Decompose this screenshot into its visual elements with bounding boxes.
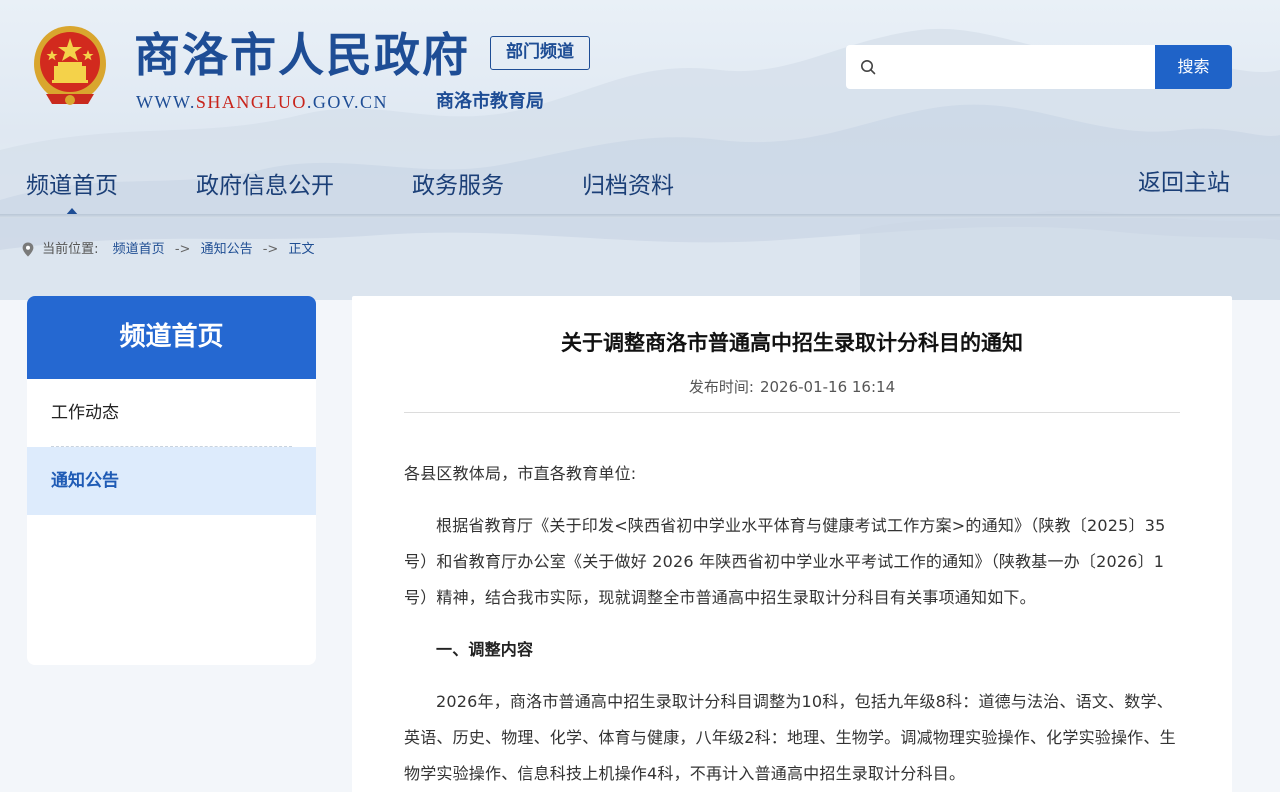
- search-icon: [860, 59, 876, 79]
- article-paragraph: 2026年，商洛市普通高中招生录取计分科目调整为10科，包括九年级8科：道德与法…: [404, 692, 1176, 783]
- section-heading: 一、调整内容: [436, 640, 534, 659]
- site-header: 商洛市人民政府 部门频道 WWW.SHANGLUO.GOV.CN 商洛市教育局 …: [0, 0, 1280, 216]
- title-divider: [404, 412, 1180, 413]
- search-input[interactable]: [886, 45, 1151, 89]
- national-emblem-icon: [28, 22, 112, 110]
- channel-badge: 部门频道: [490, 36, 590, 70]
- sidebar-title: 频道首页: [27, 296, 316, 379]
- breadcrumb-separator: ->: [262, 242, 279, 257]
- site-url: WWW.SHANGLUO.GOV.CN: [136, 90, 388, 114]
- nav-divider: [0, 214, 1280, 218]
- breadcrumb-link-notices[interactable]: 通知公告: [201, 240, 253, 260]
- sidebar-item-work-news[interactable]: 工作动态: [27, 379, 316, 447]
- article-title: 关于调整商洛市普通高中招生录取计分科目的通知: [561, 331, 1023, 355]
- nav-back-to-main[interactable]: 返回主站: [1138, 163, 1230, 203]
- breadcrumb-prefix: 当前位置:: [42, 242, 99, 257]
- site-title: 商洛市人民政府: [134, 28, 470, 82]
- breadcrumb-link-channel-home[interactable]: 频道首页: [113, 240, 165, 260]
- article-card: 关于调整商洛市普通高中招生录取计分科目的通知 发布时间: 2026-01-16 1…: [352, 296, 1232, 792]
- breadcrumb-separator: ->: [174, 242, 191, 257]
- article-salutation: 各县区教体局，市直各教育单位:: [404, 464, 637, 483]
- published-label: 发布时间:: [688, 378, 754, 396]
- breadcrumb: 当前位置: 频道首页 -> 通知公告 -> 正文: [22, 240, 314, 260]
- url-suffix: .GOV.CN: [306, 92, 389, 112]
- url-domain: SHANGLUO: [195, 92, 307, 112]
- url-prefix: WWW.: [136, 92, 196, 112]
- department-name: 商洛市教育局: [436, 91, 544, 112]
- sidebar-item-notices[interactable]: 通知公告: [27, 447, 316, 515]
- article-meta: 发布时间: 2026-01-16 16:14: [352, 376, 1232, 398]
- location-pin-icon: [22, 242, 34, 264]
- sidebar: 频道首页 工作动态 通知公告: [27, 296, 316, 665]
- search-button[interactable]: 搜索: [1155, 45, 1232, 89]
- search-box: [846, 45, 1156, 89]
- article-body: 各县区教体局，市直各教育单位: 根据省教育厅《关于印发<陕西省初中学业水平体育与…: [404, 456, 1180, 792]
- nav-item-gov-info[interactable]: 政府信息公开: [196, 166, 334, 206]
- nav-item-archives[interactable]: 归档资料: [582, 166, 674, 206]
- published-time: 2026-01-16 16:14: [759, 378, 896, 396]
- article-paragraph: 根据省教育厅《关于印发<陕西省初中学业水平体育与健康考试工作方案>的通知》（陕教…: [404, 516, 1166, 607]
- breadcrumb-current[interactable]: 正文: [288, 240, 314, 260]
- nav-item-channel-home[interactable]: 频道首页: [26, 166, 118, 206]
- nav-item-gov-services[interactable]: 政务服务: [412, 166, 504, 206]
